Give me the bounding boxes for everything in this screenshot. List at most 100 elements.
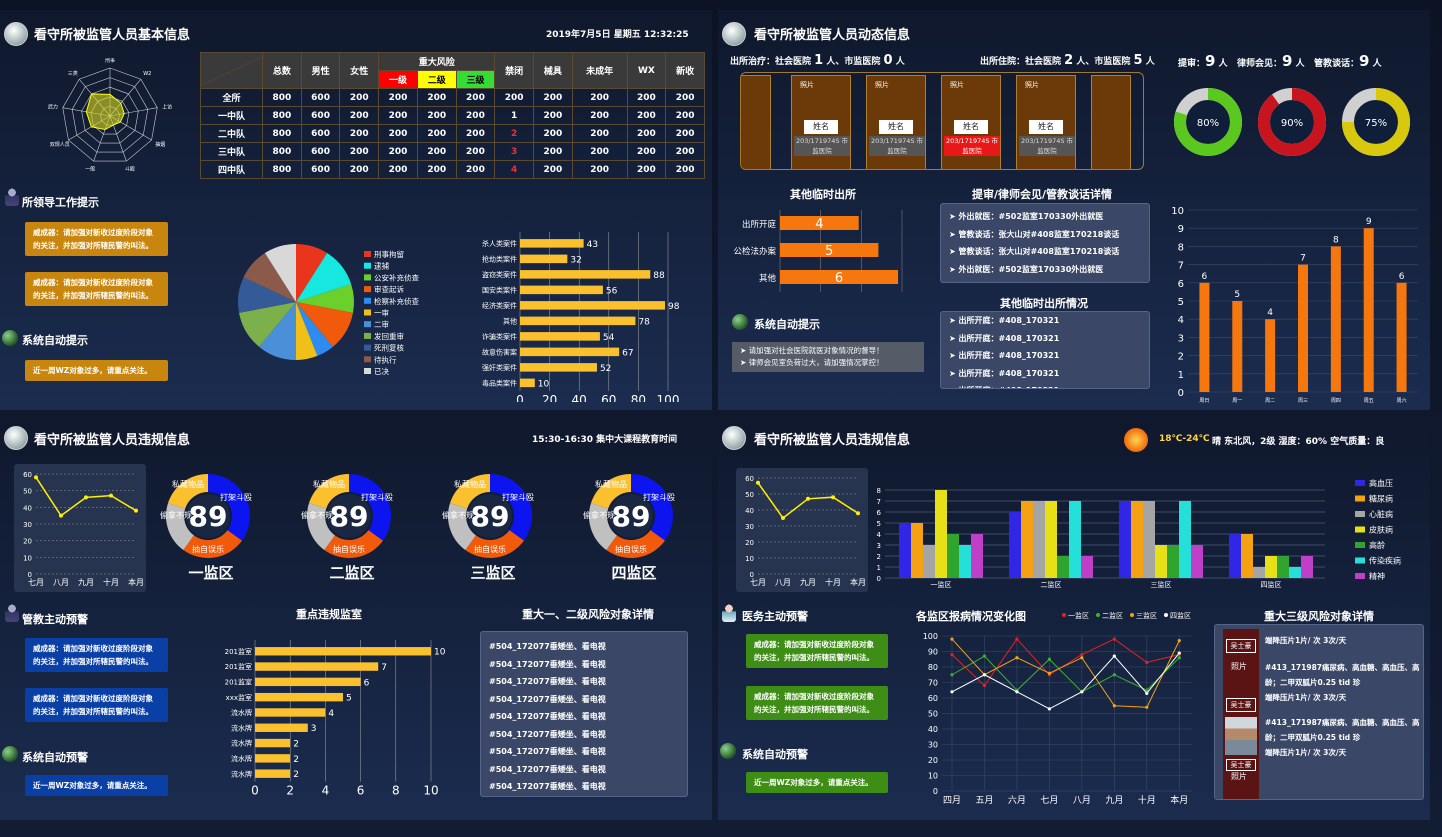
- bar: [1057, 556, 1069, 578]
- q3-title: 看守所被监管人员违规信息: [34, 433, 191, 448]
- legend-swatch: [1130, 613, 1134, 617]
- other-out-list[interactable]: ➤ 出所开庭：#408_170321 ➤ 出所开庭：#408_170321 ➤ 出所…: [940, 311, 1150, 389]
- high-risk-panel[interactable]: 吴士豪 照片 吴士豪 吴士豪 照片 端降压片1片/ 次 3次/天 #413_17…: [1214, 624, 1424, 800]
- tick-label: 10: [745, 555, 754, 563]
- donut-label: 打架斗殴: [502, 492, 534, 502]
- category-label: xxx监室: [226, 693, 252, 702]
- out-treat-a-unit: 人、: [826, 57, 845, 67]
- bar: [959, 545, 971, 578]
- tick-label: 2: [286, 784, 294, 798]
- police-badge-icon-3: [4, 426, 28, 450]
- th-confine: 禁闭: [494, 52, 535, 89]
- q3-auto-title: 系统自动预警: [22, 751, 88, 764]
- legend-label: 糖尿病: [1369, 494, 1393, 504]
- table-cell: 600: [300, 124, 341, 143]
- police-badge-icon: [4, 22, 28, 46]
- table-cell: 200: [571, 106, 628, 125]
- bar: [1265, 319, 1276, 392]
- value-label: 5: [1234, 290, 1240, 300]
- th-total: 总数: [262, 52, 302, 89]
- risk-item: #504_172077垂矮坐、看电视: [489, 677, 606, 686]
- stat-talk-num: 9: [1359, 52, 1370, 70]
- table-row: 四中队 800 600 200 200 200 200 4 200 200 200 200: [200, 160, 705, 179]
- q4-title: 看守所被监管人员违规信息: [754, 433, 911, 448]
- person-card-partial[interactable]: [741, 75, 771, 169]
- legend-label: 二审: [374, 319, 389, 329]
- tick-label: 8: [1178, 242, 1184, 253]
- card-name: 姓名: [804, 120, 838, 134]
- table-cell: 200: [626, 160, 667, 179]
- q2-auto-line-2: ➤ 律师会见室负荷过大，请加强情况掌控！: [740, 358, 884, 367]
- person-name-3: 吴士豪: [1226, 759, 1256, 771]
- other-out-item: ➤ 出所开庭：#408_170321: [949, 316, 1060, 325]
- table-cell: 200: [533, 124, 573, 143]
- tick-label: 60: [23, 471, 32, 479]
- tick-label: 40: [928, 725, 938, 734]
- bar: [1199, 282, 1210, 392]
- bar: [255, 647, 431, 656]
- bar: [1143, 501, 1155, 578]
- q1-panel: 看守所被监管人员基本信息 2019年7月5日 星期五 12:32:25 刑事 W2…: [0, 10, 712, 410]
- legend-swatch: [364, 274, 371, 281]
- th-restraint: 械具: [533, 52, 573, 89]
- bar: [1069, 501, 1081, 578]
- category-label: 本月: [128, 577, 144, 587]
- bar: [255, 769, 291, 778]
- q4-panel: 看守所被监管人员违规信息 18℃-24℃ 晴 东北风，2级 湿度：60% 空气质…: [718, 418, 1430, 820]
- bar: [1155, 545, 1167, 578]
- radar-label: 武力: [48, 103, 58, 110]
- category-label: 流水牌: [231, 754, 252, 763]
- warn-icon: [5, 604, 19, 622]
- th-risk-1: 一级: [378, 70, 418, 89]
- category-label: 三监区: [1151, 580, 1172, 589]
- q2-title: 看守所被监管人员动态信息: [754, 28, 911, 43]
- person-card-5[interactable]: [1091, 75, 1131, 169]
- person-card-1[interactable]: 照片 姓名 203/171974S 市监医院: [791, 75, 851, 169]
- table-cell: 600: [300, 160, 341, 179]
- donut-label: 私藏物品: [172, 479, 204, 489]
- value-label: 6: [835, 271, 843, 286]
- person-name-1: 吴士豪: [1226, 639, 1256, 653]
- high-title: 重大三级风险对象详情: [1264, 610, 1374, 623]
- other-out-item: ➤ 出所开庭：#408_170321: [949, 382, 1141, 388]
- category-label: 八月: [775, 578, 791, 587]
- category-label: 杀人类案件: [482, 239, 517, 248]
- card-strip[interactable]: 照片 姓名 203/171974S 市监医院 照片 姓名 203/171974S 市监医…: [740, 72, 1144, 170]
- table-cell: 200: [626, 142, 667, 161]
- tick-label: 30: [745, 523, 754, 531]
- legend-swatch: [1355, 573, 1365, 579]
- doctor-icon: [722, 604, 736, 622]
- person-card-2[interactable]: 照片 姓名 203/171974S 市监医院: [866, 75, 926, 169]
- tick-label: 80: [928, 663, 938, 672]
- bar: [255, 692, 343, 702]
- bar: [947, 534, 959, 578]
- tick-label: 100: [657, 393, 680, 402]
- table-cell: 200: [378, 124, 418, 143]
- bar: [1241, 534, 1253, 578]
- bar: [255, 723, 308, 732]
- out-treat-a-num: 1: [814, 53, 824, 68]
- q2-auto-line-1: ➤ 请加强对社会医院就医对象情况的督导！: [740, 346, 884, 355]
- person-card-4[interactable]: 照片 姓名 203/171974S 市监医院: [1016, 75, 1076, 169]
- tick-label: 6: [1178, 279, 1184, 290]
- th-new: 新收: [665, 52, 705, 89]
- bar: [255, 662, 379, 671]
- table-cell: 600: [300, 106, 341, 125]
- bar: [935, 490, 947, 578]
- table-cell: 800: [262, 106, 302, 125]
- value-label: 98: [668, 302, 680, 312]
- risk-list[interactable]: #504_172077垂矮坐、看电视 #504_172077垂矮坐、看电视 #504…: [480, 631, 688, 797]
- tick-label: 2: [877, 553, 881, 561]
- legend-swatch: [364, 321, 371, 328]
- legend-swatch: [364, 356, 371, 363]
- legend-label: 一监区: [1068, 611, 1089, 620]
- donut-value: 89: [471, 500, 510, 533]
- table-cell: 200: [665, 142, 705, 161]
- value-label: 10: [434, 648, 446, 658]
- legend-swatch: [1355, 511, 1365, 517]
- person-card-3[interactable]: 照片 姓名 203/171974S 市监医院: [941, 75, 1001, 169]
- bar: [1081, 556, 1093, 578]
- bar: [1363, 228, 1374, 392]
- tick-label: 6: [877, 509, 882, 517]
- category-label: 二监区: [1041, 580, 1062, 589]
